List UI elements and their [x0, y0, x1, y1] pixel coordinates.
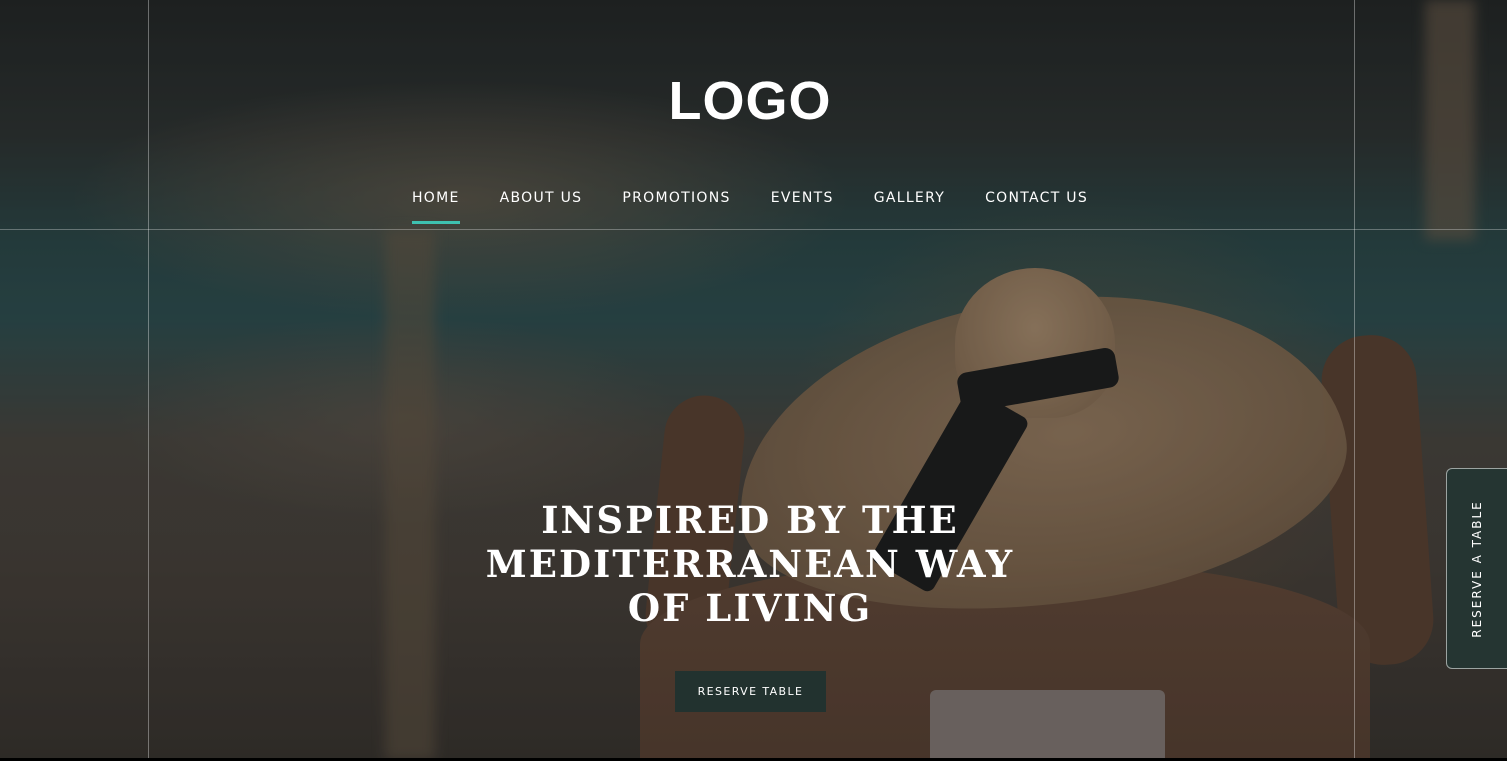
nav-item-promotions[interactable]: PROMOTIONS — [622, 190, 730, 224]
nav-item-about-us[interactable]: ABOUT US — [500, 190, 583, 224]
hero-headline-line-2: MEDITERRANEAN WAY — [485, 542, 1015, 586]
nav-item-home[interactable]: HOME — [411, 190, 460, 224]
header-divider — [0, 229, 1507, 230]
nav-item-gallery[interactable]: GALLERY — [874, 190, 945, 224]
main-nav: HOME ABOUT US PROMOTIONS EVENTS GALLERY … — [0, 190, 1500, 224]
reserve-table-button[interactable]: RESERVE TABLE — [675, 671, 826, 712]
hero-headline-line-1: INSPIRED BY THE — [541, 498, 959, 542]
side-tab-label: RESERVE A TABLE — [1470, 499, 1485, 638]
hero-headline-line-3: OF LIVING — [627, 586, 873, 630]
nav-item-events[interactable]: EVENTS — [771, 190, 834, 224]
nav-item-contact-us[interactable]: CONTACT US — [985, 190, 1088, 224]
reserve-a-table-side-tab[interactable]: RESERVE A TABLE — [1446, 468, 1507, 669]
hero-headline: INSPIRED BY THE MEDITERRANEAN WAY OF LIV… — [450, 498, 1050, 630]
site-logo[interactable]: LOGO — [0, 70, 1500, 132]
